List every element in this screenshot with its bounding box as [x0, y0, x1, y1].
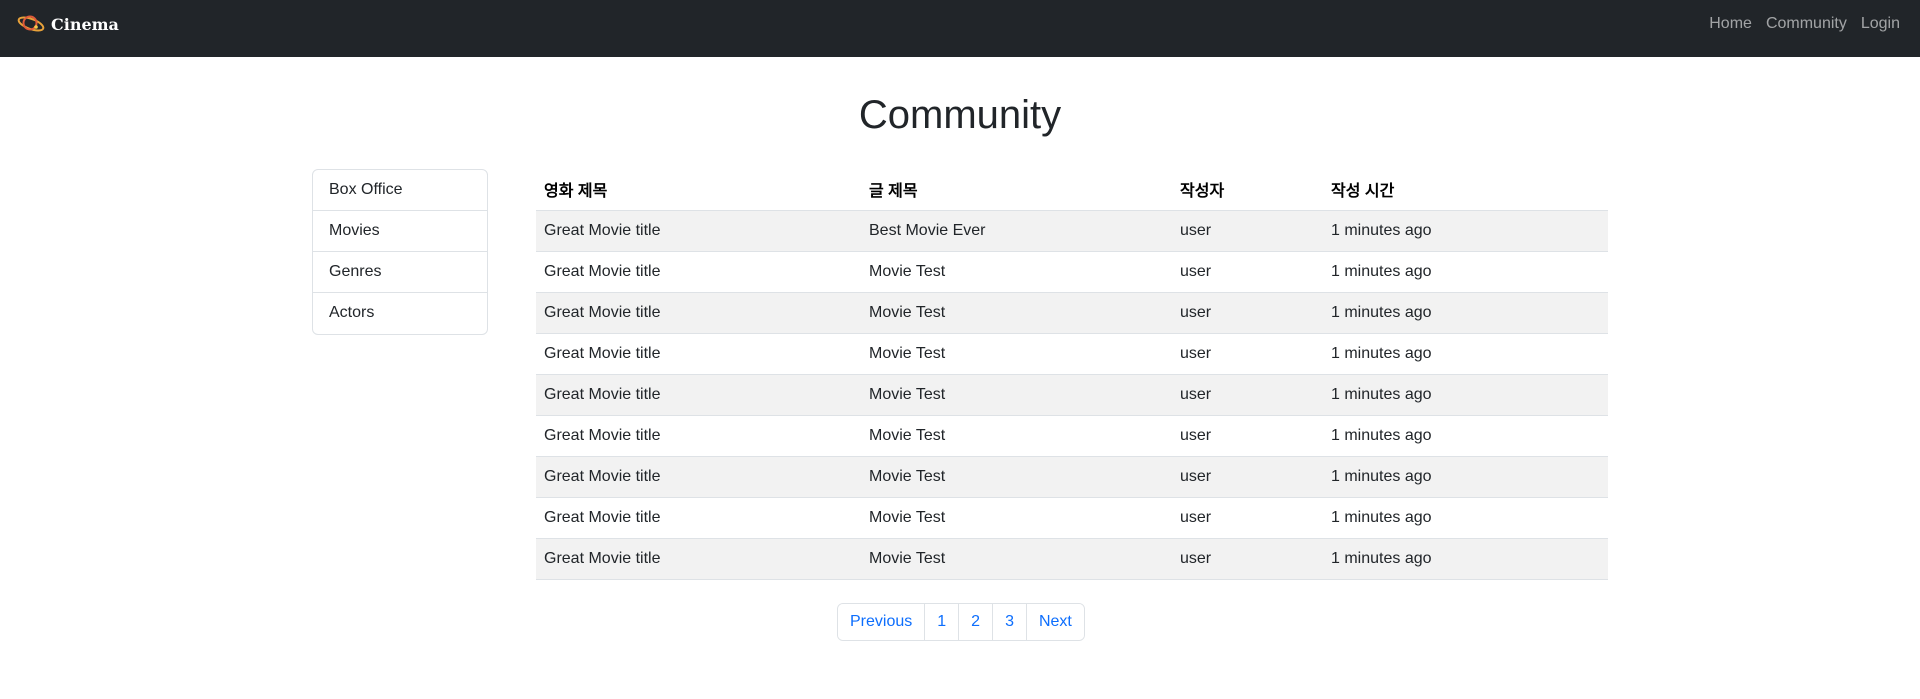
brand-name: Cinema	[51, 14, 119, 34]
cell-created-time: 1 minutes ago	[1323, 497, 1608, 539]
cell-author: user	[1172, 456, 1323, 498]
cell-created-time: 1 minutes ago	[1323, 333, 1608, 375]
cell-movie-title: Great Movie title	[536, 538, 861, 580]
cell-created-time: 1 minutes ago	[1323, 456, 1608, 498]
cell-movie-title: Great Movie title	[536, 456, 861, 498]
cell-post-title: Movie Test	[861, 374, 1172, 416]
table-row[interactable]: Great Movie title Movie Test user 1 minu…	[536, 456, 1608, 498]
sidebar-item-actors[interactable]: Actors	[313, 293, 487, 334]
cell-movie-title: Great Movie title	[536, 415, 861, 457]
nav-link-home[interactable]: Home	[1709, 14, 1752, 34]
table-row[interactable]: Great Movie title Movie Test user 1 minu…	[536, 292, 1608, 334]
sidebar-item-genres[interactable]: Genres	[313, 252, 487, 293]
cell-author: user	[1172, 497, 1323, 539]
cell-post-title: Movie Test	[861, 497, 1172, 539]
cell-author: user	[1172, 538, 1323, 580]
header-movie-title: 영화 제목	[536, 168, 861, 211]
pagination-page-3[interactable]: 3	[993, 604, 1027, 640]
cell-author: user	[1172, 292, 1323, 334]
cell-movie-title: Great Movie title	[536, 292, 861, 334]
cell-author: user	[1172, 374, 1323, 416]
community-table: 영화 제목 글 제목 작성자 작성 시간 Great Movie title B…	[536, 168, 1608, 580]
cell-movie-title: Great Movie title	[536, 497, 861, 539]
table-row[interactable]: Great Movie title Best Movie Ever user 1…	[536, 210, 1608, 252]
top-navbar: Cinema Home Community Login	[0, 0, 1920, 57]
table-row[interactable]: Great Movie title Movie Test user 1 minu…	[536, 497, 1608, 539]
pagination-page-2[interactable]: 2	[959, 604, 994, 640]
cell-movie-title: Great Movie title	[536, 333, 861, 375]
pagination: Previous 1 2 3 Next	[837, 603, 1085, 641]
cell-post-title: Movie Test	[861, 538, 1172, 580]
page-title: Community	[858, 93, 1062, 137]
table-row[interactable]: Great Movie title Movie Test user 1 minu…	[536, 538, 1608, 580]
brand-link[interactable]: Cinema	[16, 12, 119, 36]
pagination-page-1[interactable]: 1	[925, 604, 960, 640]
cell-movie-title: Great Movie title	[536, 251, 861, 293]
table-header-row: 영화 제목 글 제목 작성자 작성 시간	[536, 168, 1608, 211]
cell-author: user	[1172, 210, 1323, 252]
table-row[interactable]: Great Movie title Movie Test user 1 minu…	[536, 251, 1608, 293]
sidebar-item-box-office[interactable]: Box Office	[313, 170, 487, 211]
cell-author: user	[1172, 415, 1323, 457]
table-row[interactable]: Great Movie title Movie Test user 1 minu…	[536, 374, 1608, 416]
cell-post-title: Movie Test	[861, 456, 1172, 498]
header-created-time: 작성 시간	[1323, 168, 1608, 211]
nav-link-community[interactable]: Community	[1766, 14, 1847, 34]
cell-author: user	[1172, 251, 1323, 293]
nav-link-login[interactable]: Login	[1861, 14, 1900, 34]
table-row[interactable]: Great Movie title Movie Test user 1 minu…	[536, 415, 1608, 457]
pagination-next[interactable]: Next	[1026, 604, 1084, 640]
sidebar-menu: Box Office Movies Genres Actors	[312, 169, 488, 335]
cell-author: user	[1172, 333, 1323, 375]
nav-links: Home Community Login	[1709, 14, 1900, 34]
pagination-previous[interactable]: Previous	[838, 604, 926, 640]
planet-icon	[16, 12, 46, 36]
cell-created-time: 1 minutes ago	[1323, 415, 1608, 457]
cell-created-time: 1 minutes ago	[1323, 538, 1608, 580]
header-post-title: 글 제목	[861, 168, 1172, 211]
header-author: 작성자	[1172, 168, 1323, 211]
cell-post-title: Movie Test	[861, 333, 1172, 375]
cell-post-title: Movie Test	[861, 251, 1172, 293]
cell-post-title: Best Movie Ever	[861, 210, 1172, 252]
sidebar-item-movies[interactable]: Movies	[313, 211, 487, 252]
cell-movie-title: Great Movie title	[536, 210, 861, 252]
cell-movie-title: Great Movie title	[536, 374, 861, 416]
cell-post-title: Movie Test	[861, 415, 1172, 457]
cell-created-time: 1 minutes ago	[1323, 251, 1608, 293]
cell-post-title: Movie Test	[861, 292, 1172, 334]
cell-created-time: 1 minutes ago	[1323, 210, 1608, 252]
community-table-container: 영화 제목 글 제목 작성자 작성 시간 Great Movie title B…	[536, 168, 1608, 580]
table-row[interactable]: Great Movie title Movie Test user 1 minu…	[536, 333, 1608, 375]
cell-created-time: 1 minutes ago	[1323, 374, 1608, 416]
cell-created-time: 1 minutes ago	[1323, 292, 1608, 334]
